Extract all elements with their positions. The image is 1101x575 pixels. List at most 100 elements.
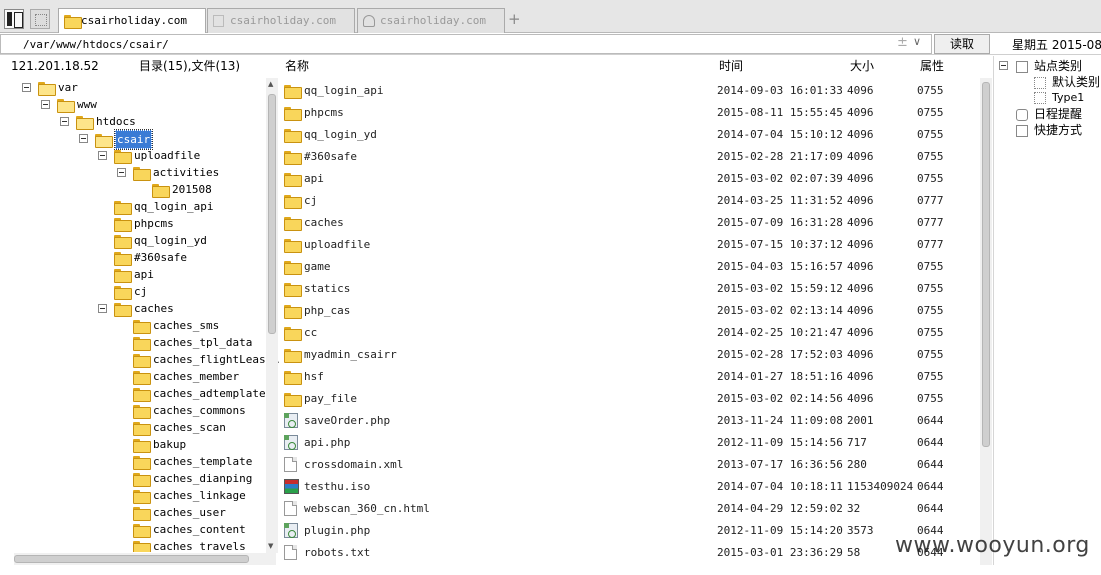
tree-item[interactable]: phpcms [114,215,174,232]
type1-node[interactable]: Type1 [1034,90,1084,106]
collapse-toggle-icon[interactable] [79,134,88,143]
read-button[interactable]: 读取 [934,34,990,54]
file-name: game [304,260,331,273]
file-attr: 0777 [917,194,944,207]
date-display: 星期五 2015-08- [1012,38,1101,52]
column-header-size[interactable]: 大小 [850,56,874,76]
file-row[interactable]: caches 2015-07-09 16:31:28 4096 0777 [281,212,981,234]
collapse-toggle-icon[interactable] [999,61,1008,70]
file-row[interactable]: robots.txt 2015-03-01 23:36:29 58 0644 [281,542,981,564]
file-row[interactable]: hsf 2014-01-27 18:51:16 4096 0755 [281,366,981,388]
file-row[interactable]: #360safe 2015-02-28 21:17:09 4096 0755 [281,146,981,168]
file-row[interactable]: qq_login_yd 2014-07-04 15:10:12 4096 0755 [281,124,981,146]
tree-item-label: caches [134,302,174,315]
collapse-toggle-icon[interactable] [98,151,107,160]
file-size: 4096 [847,348,874,361]
shortcuts-node[interactable]: 快捷方式 [1016,122,1082,138]
tree-item[interactable]: caches_dianping [133,470,252,487]
collapse-toggle-icon[interactable] [60,117,69,126]
new-tab-button[interactable]: + [508,10,521,28]
tree-item[interactable]: caches_adtemplate [133,385,266,402]
chevron-down-icon[interactable]: ∨ [913,35,921,48]
tree-item[interactable]: cj [114,283,147,300]
directory-tree[interactable]: var www htdocs csair uploadfile activities 201… [0,76,280,552]
schedule-reminder-node[interactable]: 日程提醒 [1016,106,1082,122]
tree-item[interactable]: qq_login_api [114,198,213,215]
tree-item[interactable]: csair [79,129,154,150]
file-time: 2015-04-03 15:16:57 [717,260,843,273]
file-row[interactable]: myadmin_csairr 2015-02-28 17:52:03 4096 075… [281,344,981,366]
collapse-toggle-icon[interactable] [22,83,31,92]
file-row[interactable]: cj 2014-03-25 11:31:52 4096 0777 [281,190,981,212]
tree-item[interactable]: caches_template [133,453,252,470]
tree-item[interactable]: caches_flightLeastA [133,351,279,368]
file-row[interactable]: game 2015-04-03 15:16:57 4096 0755 [281,256,981,278]
file-row[interactable]: api 2015-03-02 02:07:39 4096 0755 [281,168,981,190]
folder-icon [284,327,302,341]
tree-item[interactable]: caches_sms [133,317,219,334]
file-row[interactable]: uploadfile 2015-07-15 10:37:12 4096 0777 [281,234,981,256]
tree-item[interactable]: caches_scan [133,419,226,436]
tree-item[interactable]: qq_login_yd [114,232,207,249]
scroll-thumb[interactable] [14,555,249,563]
tree-item[interactable]: caches_commons [133,402,246,419]
tree-horizontal-scrollbar[interactable] [14,553,276,565]
tree-item[interactable]: caches_travels [133,538,246,552]
tab-1[interactable]: csairholiday.com [58,8,206,34]
column-header-time[interactable]: 时间 [719,56,743,76]
collapse-toggle-icon[interactable] [117,168,126,177]
tree-item[interactable]: bakup [133,436,186,453]
file-row[interactable]: saveOrder.php 2013-11-24 11:09:08 2001 0644 [281,410,981,432]
scroll-thumb[interactable] [268,94,276,334]
file-row[interactable]: php_cas 2015-03-02 02:13:14 4096 0755 [281,300,981,322]
folder-icon [133,320,151,334]
tree-item[interactable]: caches_member [133,368,239,385]
scroll-thumb[interactable] [982,82,990,447]
file-row[interactable]: testhu.iso 2014-07-04 10:18:11 1153409024 0… [281,476,981,498]
scroll-up-icon[interactable]: ▲ [268,80,273,88]
site-category-node[interactable]: 站点类别 [1016,58,1082,74]
tree-item[interactable]: www [41,96,97,113]
tree-item[interactable]: var [22,79,78,96]
file-list[interactable]: qq_login_api 2014-09-03 16:01:33 4096 0755 p… [281,80,981,565]
file-row[interactable]: api.php 2012-11-09 15:14:56 717 0644 [281,432,981,454]
collapse-toggle-icon[interactable] [98,304,107,313]
watermark: www.wooyun.org [895,533,1090,558]
file-name: saveOrder.php [304,414,391,427]
tab-3[interactable]: csairholiday.com [357,8,505,33]
plus-minus-icon[interactable]: ± [897,35,908,50]
collapse-toggle-icon[interactable] [41,100,50,109]
tree-item[interactable]: caches_linkage [133,487,246,504]
tree-item[interactable]: caches_tpl_data [133,334,252,351]
folder-icon [114,150,132,164]
file-row[interactable]: pay_file 2015-03-02 02:14:56 4096 0755 [281,388,981,410]
file-row[interactable]: phpcms 2015-08-11 15:55:45 4096 0755 [281,102,981,124]
default-category-node[interactable]: 默认类别 [1034,74,1100,90]
tree-item[interactable]: api [114,266,154,283]
panel-toggle-button[interactable] [4,9,24,29]
path-input[interactable] [0,34,932,54]
file-row[interactable]: qq_login_api 2014-09-03 16:01:33 4096 0755 [281,80,981,102]
tree-item[interactable]: caches [98,300,174,317]
file-row[interactable]: statics 2015-03-02 15:59:12 4096 0755 [281,278,981,300]
tree-item[interactable]: uploadfile [98,147,200,164]
tree-item[interactable]: caches_content [133,521,246,538]
secondary-toggle-button[interactable] [30,9,50,29]
tree-item[interactable]: activities [117,164,219,181]
column-header-attr[interactable]: 属性 [920,56,944,76]
file-row[interactable]: crossdomain.xml 2013-07-17 16:36:56 280 064… [281,454,981,476]
file-size: 32 [847,502,861,515]
tree-item[interactable]: 201508 [152,181,212,198]
file-row[interactable]: plugin.php 2012-11-09 15:14:20 3573 0644 [281,520,981,542]
tree-item[interactable]: caches_user [133,504,226,521]
tree-item[interactable]: htdocs [60,113,136,130]
tree-vertical-scrollbar[interactable]: ▲ ▼ [266,78,278,553]
scroll-down-icon[interactable]: ▼ [268,542,273,550]
file-row[interactable]: cc 2014-02-25 10:21:47 4096 0755 [281,322,981,344]
column-header-name[interactable]: 名称 [285,56,309,76]
tab-2[interactable]: csairholiday.com [207,8,355,33]
file-list-vertical-scrollbar[interactable] [980,78,992,565]
file-row[interactable]: webscan_360_cn.html 2014-04-29 12:59:02 32… [281,498,981,520]
folder-icon [114,201,132,215]
tree-item[interactable]: #360safe [114,249,187,266]
